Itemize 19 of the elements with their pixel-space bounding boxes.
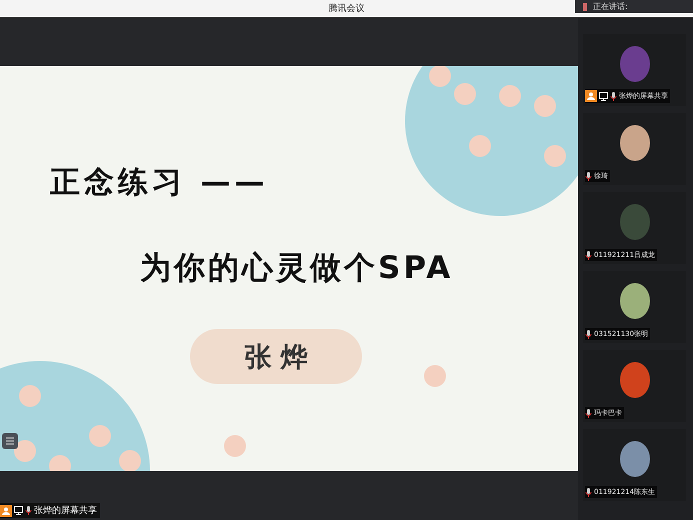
microphone-icon (585, 330, 592, 338)
menu-icon (6, 437, 14, 445)
host-icon (0, 504, 12, 516)
speaking-label: 正在讲话: (593, 1, 628, 12)
microphone-icon (610, 92, 617, 100)
slide-subtitle: 为你的心灵做个SPA (140, 249, 454, 288)
microphone-icon (585, 488, 592, 496)
presenter-name: 张 烨 (190, 329, 362, 384)
screen-share-icon (599, 92, 608, 100)
window-title: 腾讯会议 (328, 2, 364, 15)
microphone-icon (25, 506, 32, 515)
host-icon (585, 90, 597, 102)
microphone-icon (585, 408, 592, 418)
microphone-icon (585, 250, 592, 260)
share-name: 张烨的屏幕共享 (34, 504, 97, 517)
screen-share-icon (14, 506, 23, 515)
menu-button[interactable] (2, 433, 18, 449)
microphone-icon (585, 172, 592, 180)
slide-title: 正念练习 —— (50, 164, 270, 202)
